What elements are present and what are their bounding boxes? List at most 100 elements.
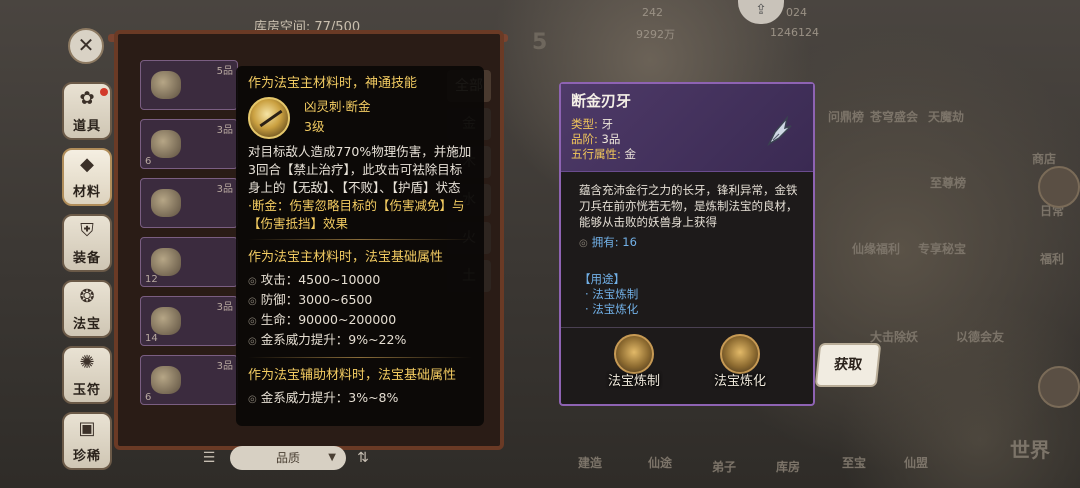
bullet-icon: ◎ (248, 296, 257, 307)
bullet-icon: ◎ (248, 394, 257, 405)
bg-label: 库房 (776, 460, 801, 474)
main-material-skill-header: 作为法宝主材料时，神通技能 (248, 76, 418, 91)
skill-icon (248, 97, 290, 139)
skill-level: 3级 (304, 119, 325, 134)
refine-treasure-button[interactable]: 法宝炼化 (695, 334, 785, 389)
skill-description: 对目标敌人造成770%物理伤害，并施加3回合【禁止治疗】，此攻击可祛除目标身上的… (248, 144, 472, 195)
meta-value: 3品 (601, 132, 621, 146)
bg-label: 仙缘福利 (852, 242, 901, 256)
item-name: 断金刃牙 (571, 92, 632, 110)
stat-text: 生命：90000~200000 (260, 312, 397, 327)
slot-grade: 3品 (216, 302, 233, 313)
stat-text: 防御：3000~6500 (260, 292, 373, 307)
sort-order-icon[interactable]: ⇅ (352, 446, 374, 470)
item-slot[interactable]: 5品 (140, 60, 238, 110)
stat-text: 金系威力提升：3%~8% (260, 390, 399, 405)
slot-count: 6 (145, 392, 152, 403)
bg-label: 至宝 (842, 456, 867, 470)
item-grid: 5品 3品 6 3品 12 3品 14 3品 6 (140, 60, 238, 414)
right-edge-button (1038, 166, 1080, 208)
item-actions: 法宝炼制 法宝炼化 (561, 328, 813, 389)
item-icon (151, 366, 181, 394)
meta-value: 金 (624, 147, 637, 161)
side-item-label: 材料 (72, 185, 101, 200)
meta-value: 牙 (601, 117, 614, 131)
divider (248, 357, 472, 358)
item-card-body: 蕴含充沛金行之力的长牙，锋利异常，金铁刀兵在前亦恍若无物，是炼制法宝的良材，能够… (561, 172, 813, 317)
armor-icon: ⛨ (80, 220, 94, 241)
action-label: 法宝炼制 (607, 374, 660, 389)
ore-icon: ◆ (80, 154, 94, 175)
usage-header: 【用途】 (579, 272, 625, 286)
bg-label: 专享秘宝 (918, 242, 967, 256)
slot-count: 12 (145, 274, 158, 285)
item-slot[interactable]: 12 (140, 237, 238, 287)
slot-grade: 3品 (216, 361, 233, 372)
bg-label: 以德会友 (956, 330, 1005, 344)
background-level-badge: 5 (532, 30, 548, 55)
bullet-icon: ◎ (248, 316, 257, 327)
side-item-label: 法宝 (72, 317, 101, 332)
skill-special-effect: ·断金：伤害忽略目标的【伤害减免】与【伤害抵挡】效果 (248, 198, 465, 231)
owned-text: 拥有: 16 (591, 235, 637, 249)
item-slot[interactable]: 3品 14 (140, 296, 238, 346)
item-icon (151, 307, 181, 335)
slot-count: 6 (145, 156, 152, 167)
item-card-header: 断金刃牙 类型: 牙 品阶: 3品 五行属性: 金 (561, 84, 813, 172)
aux-material-stats-header: 作为法宝辅助材料时，法宝基础属性 (248, 368, 457, 383)
stat-line: ◎ 防御：3000~6500 (248, 291, 472, 311)
bg-label: 苍穹盛会 (870, 110, 919, 124)
stat-line: ◎ 生命：90000~200000 (248, 311, 472, 331)
item-slot[interactable]: 3品 6 (140, 355, 238, 405)
meta-key: 类型: (571, 117, 598, 131)
obtain-button[interactable]: 获取 (814, 343, 882, 387)
right-edge-button (1038, 366, 1080, 408)
item-description: 蕴含充沛金行之力的长牙，锋利异常，金铁刀兵在前亦恍若无物，是炼制法宝的良材，能够… (579, 183, 798, 229)
usage-item: · 法宝炼化 (585, 302, 639, 316)
bg-label: 商店 (1032, 152, 1057, 166)
stat-text: 金系威力提升：9%~22% (260, 332, 407, 347)
bullet-icon: ◎ (248, 276, 257, 287)
bg-label: 天魔劫 (928, 110, 965, 124)
bg-label: 至尊榜 (930, 176, 967, 190)
list-filter-icon[interactable]: ☰ (198, 446, 220, 470)
sort-dropdown[interactable]: 品质 ▼ (230, 446, 346, 470)
side-item-rare[interactable]: ▣ 珍稀 (62, 412, 112, 470)
action-label: 法宝炼化 (713, 374, 766, 389)
slot-grade: 3品 (216, 125, 233, 136)
bg-label: 世界 (1010, 438, 1050, 462)
divider (248, 239, 472, 240)
side-item-label: 玉符 (72, 383, 101, 398)
notification-dot (100, 88, 108, 96)
bg-label: 问鼎榜 (828, 110, 865, 124)
stat-line: ◎ 金系威力提升：9%~22% (248, 331, 472, 351)
forge-treasure-button[interactable]: 法宝炼制 (589, 334, 679, 389)
close-button[interactable]: ✕ (68, 28, 104, 64)
chevron-down-icon: ▼ (328, 452, 336, 463)
item-slot[interactable]: 3品 (140, 178, 238, 228)
side-item-talisman[interactable]: ✺ 玉符 (62, 346, 112, 404)
side-item-props[interactable]: ✿ 道具 (62, 82, 112, 140)
talisman-icon: ✺ (79, 352, 95, 373)
bg-label: 弟子 (712, 460, 737, 474)
slot-count: 14 (145, 333, 158, 344)
refine-icon (720, 334, 760, 374)
side-item-equipment[interactable]: ⛨ 装备 (62, 214, 112, 272)
cauldron-icon (614, 334, 654, 374)
side-item-treasure[interactable]: ❂ 法宝 (62, 280, 112, 338)
stat-c: 024 (786, 6, 807, 19)
bg-label: 仙途 (648, 456, 673, 470)
main-material-stats-header: 作为法宝主材料时，法宝基础属性 (248, 250, 444, 265)
item-detail-card: 断金刃牙 类型: 牙 品阶: 3品 五行属性: 金 蕴含充沛金行之力的长牙，锋利… (559, 82, 815, 406)
item-slot[interactable]: 3品 6 (140, 119, 238, 169)
item-icon (151, 248, 181, 276)
side-item-label: 道具 (72, 119, 101, 134)
stat-text: 攻击：4500~10000 (260, 272, 381, 287)
bg-label: 建造 (578, 456, 603, 470)
bag-icon: ✿ (79, 88, 95, 109)
stat-a: 242 (642, 6, 663, 19)
meta-key: 品阶: (571, 132, 598, 146)
side-item-materials[interactable]: ◆ 材料 (62, 148, 112, 206)
bg-label: 仙盟 (904, 456, 929, 470)
item-icon (151, 189, 181, 217)
